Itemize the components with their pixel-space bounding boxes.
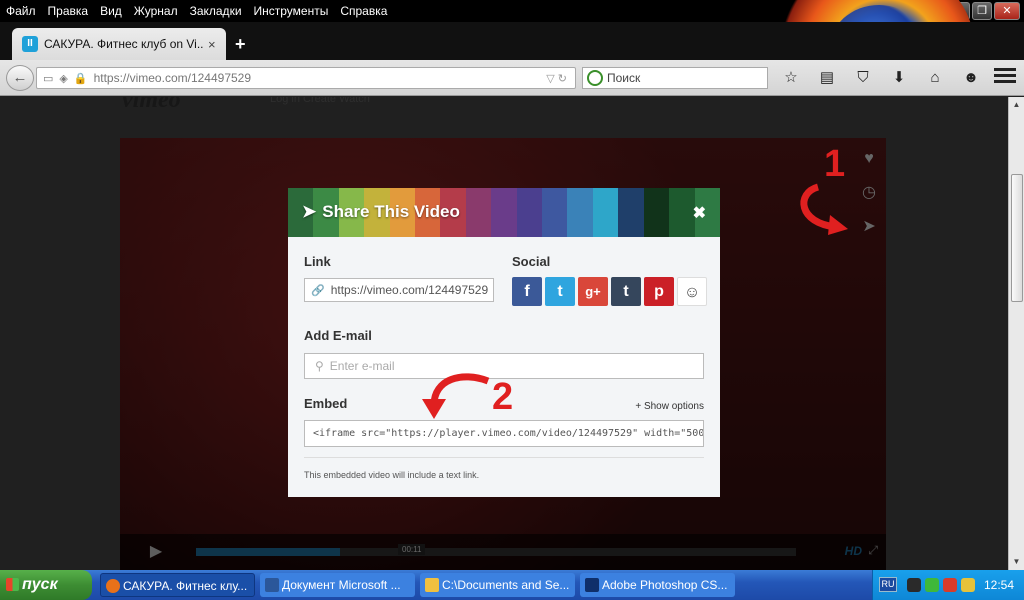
language-indicator[interactable]: RU	[879, 577, 897, 592]
chevron-left-icon[interactable]	[907, 578, 921, 592]
url-text[interactable]: https://vimeo.com/124497529	[94, 71, 547, 85]
paper-plane-icon: ➤	[302, 202, 317, 221]
scroll-down-icon[interactable]: ▼	[1009, 554, 1024, 570]
share-modal: ➤ Share This Video ✖ Link 🔗 https://vime…	[288, 188, 720, 497]
header-stripe	[465, 188, 492, 237]
show-options-link[interactable]: + Show options	[635, 401, 704, 412]
windows-taskbar: пуск САКУРА. Фитнес клу... Документ Micr…	[0, 570, 1024, 600]
divider	[304, 457, 704, 458]
reddit-icon[interactable]: ☺	[677, 277, 707, 306]
page-content: vimeo Log in Create Watch ♥ ◷ ➤ ▶ 00:11 …	[0, 97, 1008, 570]
tray-icons	[907, 578, 975, 592]
search-icon: ⚲	[315, 359, 324, 373]
social-label: Social	[512, 254, 551, 269]
hamburger-menu-icon[interactable]	[994, 68, 1016, 86]
reading-list-icon[interactable]: ▤	[814, 66, 840, 90]
photoshop-icon	[585, 578, 599, 592]
header-stripe	[567, 188, 593, 237]
word-icon	[265, 578, 279, 592]
email-placeholder: Enter e-mail	[329, 359, 395, 373]
tab-vimeo[interactable]: II САКУРА. Фитнес клуб on Vi... ×	[12, 28, 226, 60]
embed-code-field[interactable]: <iframe src="https://player.vimeo.com/vi…	[304, 420, 704, 447]
vimeo-favicon-icon: II	[22, 36, 38, 52]
search-engine-icon[interactable]	[587, 70, 603, 86]
bookmark-star-icon[interactable]: ☆	[778, 66, 804, 90]
embed-note: This embedded video will include a text …	[304, 470, 480, 480]
menu-history[interactable]: Журнал	[128, 0, 184, 22]
page-scrollbar[interactable]: ▲ ▼	[1008, 97, 1024, 570]
navigation-bar: ← ▭ ◈ 🔒 https://vimeo.com/124497529 ▽ ↻ …	[0, 60, 1024, 96]
tab-title: САКУРА. Фитнес клуб on Vi...	[44, 37, 204, 51]
header-stripe	[491, 188, 517, 237]
header-stripe	[669, 188, 695, 237]
menu-edit[interactable]: Правка	[42, 0, 95, 22]
google-plus-icon[interactable]: g+	[578, 277, 608, 306]
menu-bookmarks[interactable]: Закладки	[184, 0, 248, 22]
menu-tools[interactable]: Инструменты	[248, 0, 335, 22]
menu-view[interactable]: Вид	[94, 0, 128, 22]
windows-flag-icon	[6, 578, 19, 591]
system-tray: RU 12:54	[872, 570, 1024, 600]
share-modal-title: ➤ Share This Video	[302, 202, 460, 221]
pocket-icon[interactable]: ⛉	[850, 66, 876, 90]
email-label: Add E-mail	[304, 328, 372, 343]
header-stripe	[542, 188, 568, 237]
annotation-arrow-1	[800, 183, 848, 235]
close-window-button[interactable]: ✕	[994, 2, 1020, 20]
annotation-number-1: 1	[824, 143, 846, 185]
link-value: https://vimeo.com/124497529	[330, 283, 489, 297]
task-photoshop[interactable]: Adobe Photoshop CS...	[580, 573, 735, 597]
task-firefox[interactable]: САКУРА. Фитнес клу...	[100, 573, 255, 597]
search-placeholder: Поиск	[607, 71, 641, 85]
menu-file[interactable]: Файл	[0, 0, 42, 22]
header-stripe	[516, 188, 543, 237]
header-stripe	[592, 188, 619, 237]
scroll-up-icon[interactable]: ▲	[1009, 97, 1024, 113]
back-button[interactable]: ←	[6, 65, 34, 91]
tab-close-icon[interactable]: ×	[208, 37, 216, 52]
toolbar-icons: ☆ ▤ ⛉ ⬇ ⌂ ☻	[778, 66, 984, 90]
twitter-icon[interactable]: t	[545, 277, 575, 306]
menu-help[interactable]: Справка	[334, 0, 393, 22]
embed-label: Embed	[304, 396, 348, 411]
network-icon[interactable]	[943, 578, 957, 592]
task-explorer[interactable]: C:\Documents and Se...	[420, 573, 575, 597]
annotation-arrow-2	[422, 373, 490, 419]
download-icon[interactable]: ⬇	[886, 66, 912, 90]
firefox-icon	[106, 579, 120, 593]
pinterest-icon[interactable]: p	[644, 277, 674, 306]
home-icon[interactable]: ⌂	[922, 66, 948, 90]
signal-icon[interactable]	[925, 578, 939, 592]
share-modal-header: ➤ Share This Video ✖	[288, 188, 720, 237]
smiley-icon[interactable]: ☻	[958, 66, 984, 90]
link-label: Link	[304, 254, 331, 269]
folder-icon	[425, 578, 439, 592]
tumblr-icon[interactable]: t	[611, 277, 641, 306]
task-word[interactable]: Документ Microsoft ...	[260, 573, 415, 597]
facebook-icon[interactable]: f	[512, 277, 542, 306]
lock-icon[interactable]: 🔒	[74, 72, 88, 85]
reload-icon[interactable]: ▽ ↻	[546, 72, 567, 85]
url-bar[interactable]: ▭ ◈ 🔒 https://vimeo.com/124497529 ▽ ↻	[36, 67, 576, 89]
close-modal-icon[interactable]: ✖	[693, 203, 706, 223]
search-input[interactable]: Поиск	[582, 67, 768, 89]
new-tab-button[interactable]: +	[235, 34, 246, 55]
start-button[interactable]: пуск	[0, 570, 92, 600]
header-stripe	[643, 188, 670, 237]
shield-icon[interactable]: ◈	[59, 72, 67, 85]
link-field[interactable]: 🔗 https://vimeo.com/124497529	[304, 278, 494, 302]
clock: 12:54	[983, 578, 1014, 592]
header-stripe	[618, 188, 644, 237]
app-tray-icon[interactable]	[961, 578, 975, 592]
social-buttons: f t g+ t p ☺	[512, 277, 707, 306]
sidebar-toggle-icon[interactable]: ▭	[43, 72, 53, 85]
scroll-thumb[interactable]	[1011, 174, 1023, 302]
link-icon: 🔗	[311, 284, 325, 297]
annotation-number-2: 2	[492, 376, 514, 418]
tab-bar: II САКУРА. Фитнес клуб on Vi... × +	[0, 22, 1024, 60]
